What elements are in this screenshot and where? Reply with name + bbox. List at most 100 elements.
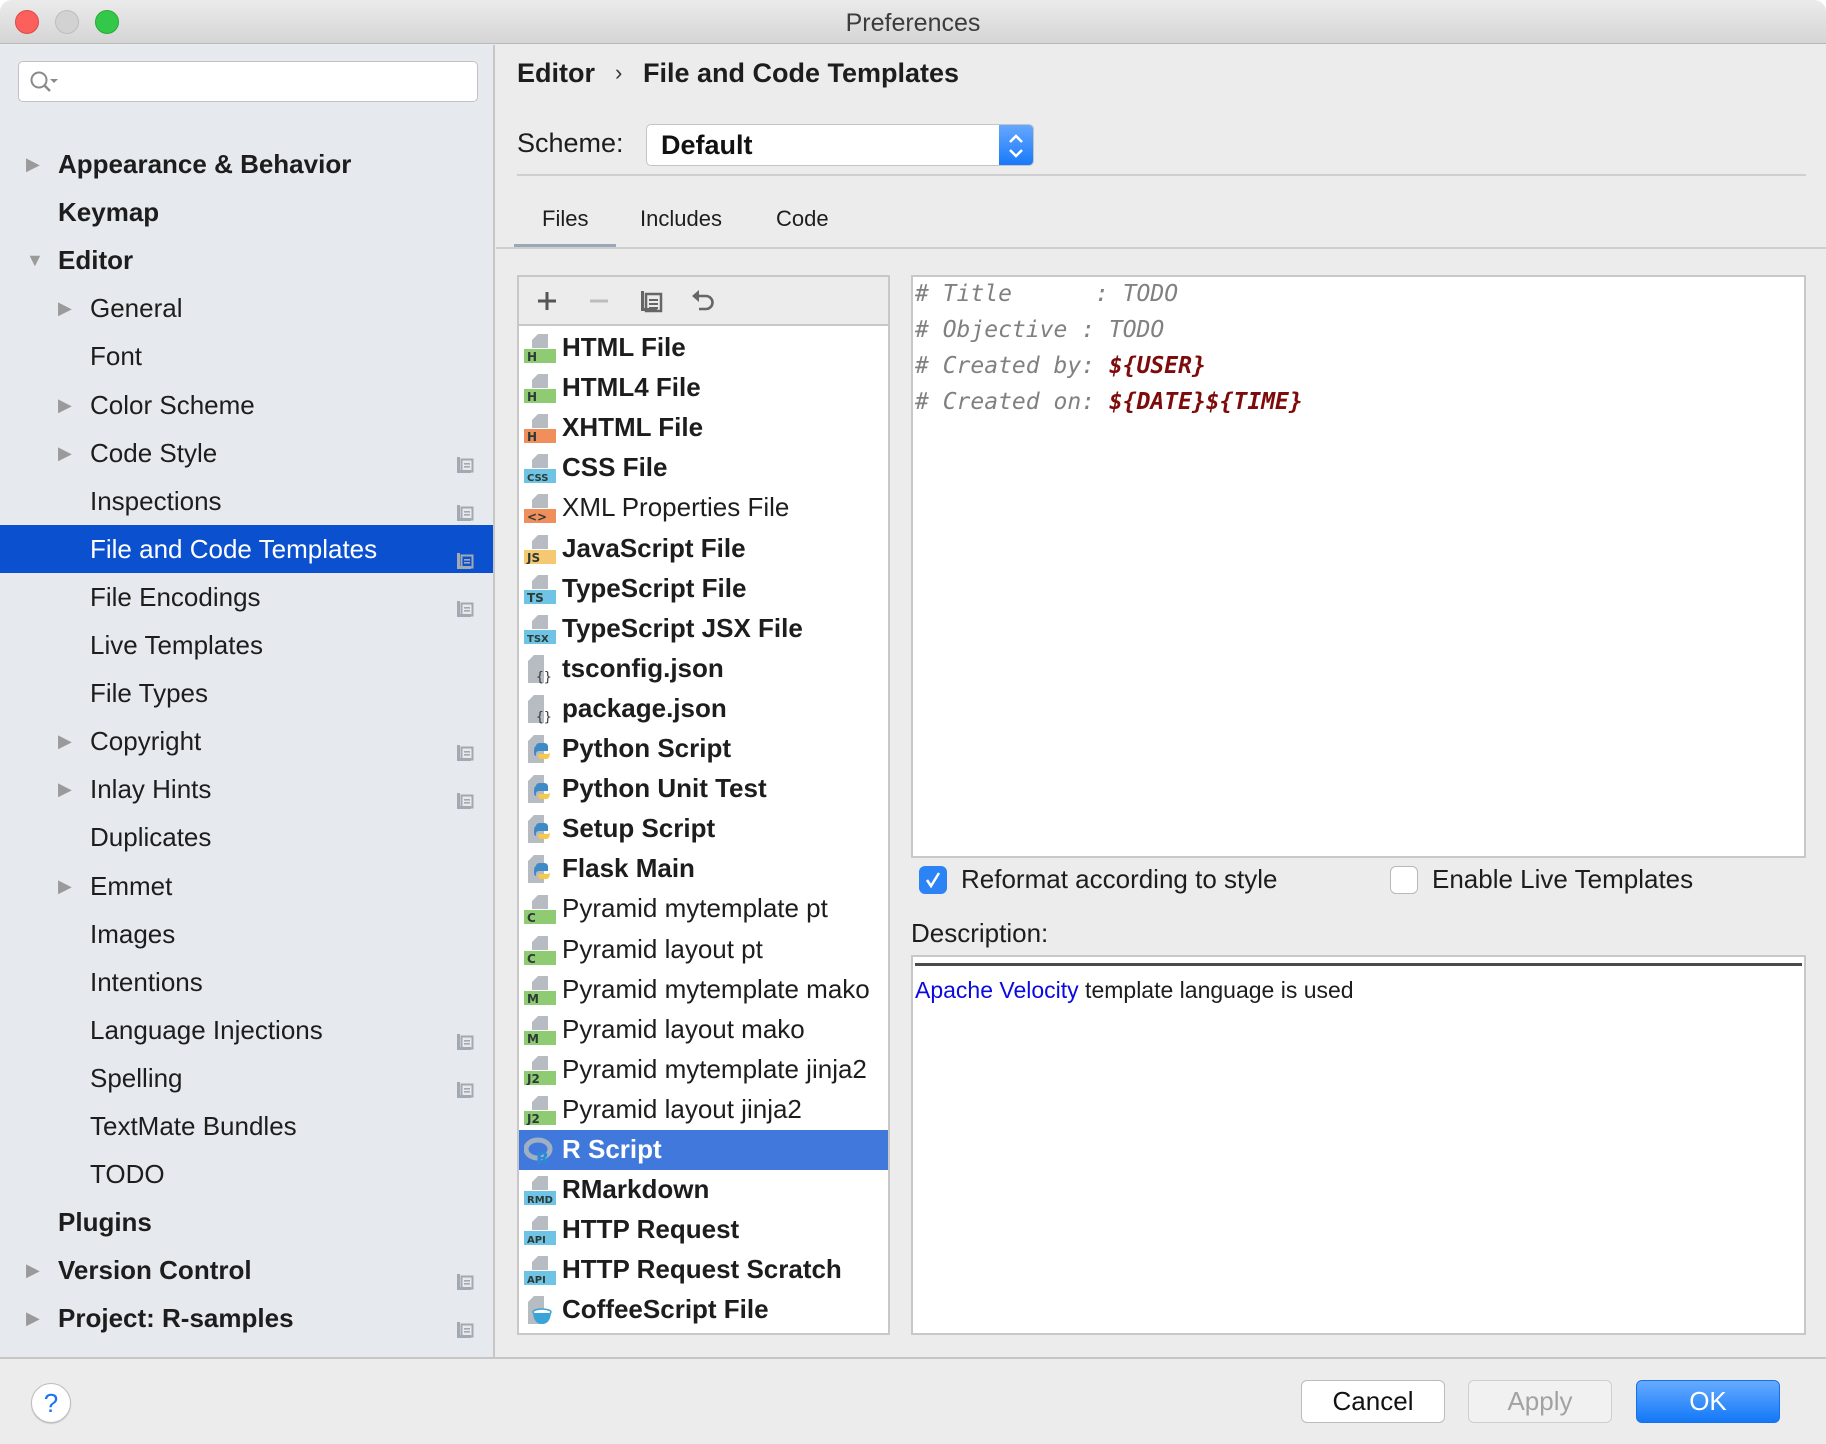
sidebar-item-file-and-code-templates[interactable]: File and Code Templates [0,524,493,573]
template-list-item[interactable]: J2 Pyramid mytemplate jinja2 [519,1050,888,1090]
sidebar-item-images[interactable]: Images [0,910,493,958]
collapsed-arrow-icon[interactable]: ▶ [26,1343,46,1358]
template-list-item[interactable]: H HTML File [519,328,888,368]
page-title: File and Code Templates [643,58,960,88]
sidebar-item-inspections[interactable]: Inspections [0,477,493,525]
tab-files[interactable]: Files [542,206,588,232]
sidebar-item-keymap[interactable]: Keymap [0,188,493,236]
sidebar-item-textmate-bundles[interactable]: TextMate Bundles [0,1102,493,1150]
sidebar-item-copyright[interactable]: ▶ Copyright [0,717,493,765]
collapsed-arrow-icon[interactable]: ▶ [58,284,78,332]
help-button[interactable]: ? [31,1383,71,1423]
sidebar-item-file-encodings[interactable]: File Encodings [0,573,493,621]
template-list-item[interactable]: Python Unit Test [519,769,888,809]
sidebar-item-emmet[interactable]: ▶ Emmet [0,862,493,910]
description-text: Apache Velocity template language is use… [915,977,1354,1004]
template-list-item[interactable]: API HTTP Request Scratch [519,1250,888,1290]
remove-icon[interactable] [585,287,613,315]
breadcrumb-parent[interactable]: Editor [517,58,595,89]
template-list-item[interactable]: RMD RMarkdown [519,1170,888,1210]
sidebar-item-color-scheme[interactable]: ▶ Color Scheme [0,381,493,429]
template-list-item[interactable]: Python Script [519,729,888,769]
sidebar-item-intentions[interactable]: Intentions [0,958,493,1006]
settings-search-input[interactable] [18,61,478,102]
template-list-item[interactable]: J2 Pyramid layout jinja2 [519,1090,888,1130]
tab-includes[interactable]: Includes [640,206,722,232]
template-list-item[interactable]: {} tsconfig.json [519,649,888,689]
code-comment: # Title : TODO [915,281,1179,307]
copy-icon[interactable] [637,287,665,315]
template-list-item[interactable]: C Pyramid mytemplate pt [519,889,888,929]
template-list-item[interactable]: C Pyramid layout pt [519,930,888,970]
sidebar-item-label: Duplicates [90,822,212,853]
sidebar-item-live-templates[interactable]: Live Templates [0,621,493,669]
template-list-item[interactable]: <> XML Properties File [519,488,888,528]
dialog-button-bar: ? Cancel Apply OK [0,1357,1826,1444]
template-list-item[interactable]: TS TypeScript File [519,569,888,609]
sidebar-item-duplicates[interactable]: Duplicates [0,813,493,861]
collapsed-arrow-icon[interactable]: ▶ [58,862,78,910]
sidebar-item-label: Version Control [58,1255,252,1286]
apply-button[interactable]: Apply [1468,1380,1612,1423]
collapsed-arrow-icon[interactable]: ▶ [58,381,78,429]
collapsed-arrow-icon[interactable]: ▶ [26,1246,46,1294]
reformat-checkbox[interactable] [919,866,947,894]
apache-velocity-link[interactable]: Apache Velocity [915,977,1079,1003]
code-line: # Title : TODO [915,281,1178,307]
sidebar-item-project-r-samples[interactable]: ▶ Project: R-samples [0,1294,493,1342]
add-icon[interactable] [533,287,561,315]
sidebar-item-label: File and Code Templates [90,533,378,564]
collapsed-arrow-icon[interactable]: ▶ [58,765,78,813]
template-list-item[interactable]: CoffeeScript File [519,1290,888,1330]
sidebar-item-label: Spelling [90,1062,183,1093]
sidebar-item-plugins[interactable]: Plugins [0,1198,493,1246]
sidebar-item-code-style[interactable]: ▶ Code Style [0,429,493,477]
sidebar-item-build-execution-deployment[interactable]: ▶ Build, Execution, Deployment [0,1343,493,1358]
reset-icon[interactable] [689,287,717,315]
sidebar-item-font[interactable]: Font [0,332,493,380]
ok-button[interactable]: OK [1636,1380,1780,1423]
collapsed-arrow-icon[interactable]: ▶ [58,717,78,765]
template-list-item[interactable]: TSX TypeScript JSX File [519,609,888,649]
template-list-item[interactable]: H XHTML File [519,408,888,448]
sidebar-item-appearance-behavior[interactable]: ▶ Appearance & Behavior [0,140,493,188]
sidebar-item-version-control[interactable]: ▶ Version Control [0,1246,493,1294]
sidebar-item-inlay-hints[interactable]: ▶ Inlay Hints [0,765,493,813]
collapsed-arrow-icon[interactable]: ▶ [26,1294,46,1342]
template-list-item[interactable]: M Pyramid mytemplate mako [519,970,888,1010]
j2-file-icon: J2 [524,1055,556,1086]
template-list-item[interactable]: M Pyramid layout mako [519,1010,888,1050]
sidebar-item-language-injections[interactable]: Language Injections [0,1006,493,1054]
description-label: Description: [911,918,1049,948]
template-list-item[interactable]: {} package.json [519,689,888,729]
j2-file-icon: J2 [524,1095,556,1126]
sidebar-item-todo[interactable]: TODO [0,1150,493,1198]
python-file-icon [524,734,556,764]
sidebar-item-general[interactable]: ▶ General [0,284,493,332]
collapsed-arrow-icon[interactable]: ▶ [26,140,46,188]
template-code-editor[interactable]: # Title : TODO # Objective : TODO # Crea… [911,275,1806,858]
python-file-icon [524,854,556,884]
scheme-select[interactable]: Default [646,124,1034,166]
template-list-item[interactable]: JS JavaScript File [519,529,888,569]
template-toolbar [519,277,888,326]
sidebar-item-editor[interactable]: ▼ Editor [0,236,493,284]
expanded-arrow-icon[interactable]: ▼ [26,236,46,284]
reformat-label[interactable]: Reformat according to style [961,864,1277,895]
live-templates-label[interactable]: Enable Live Templates [1432,864,1693,895]
sidebar-item-label: TODO [90,1159,165,1190]
template-list-item[interactable]: API HTTP Request [519,1210,888,1250]
tab-code[interactable]: Code [776,206,829,232]
live-templates-checkbox[interactable] [1390,866,1418,894]
template-list-item[interactable]: H HTML4 File [519,368,888,408]
template-list-item[interactable]: Setup Script [519,809,888,849]
sidebar-item-spelling[interactable]: Spelling [0,1054,493,1102]
sidebar-item-file-types[interactable]: File Types [0,669,493,717]
cancel-button[interactable]: Cancel [1301,1380,1445,1423]
template-list-item[interactable]: Flask Main [519,849,888,889]
template-list-item[interactable]: CSS CSS File [519,448,888,488]
collapsed-arrow-icon[interactable]: ▶ [58,429,78,477]
sidebar-item-label: General [90,293,183,324]
template-list-item[interactable]: R R Script [519,1130,888,1170]
svg-text:JS: JS [526,551,540,564]
